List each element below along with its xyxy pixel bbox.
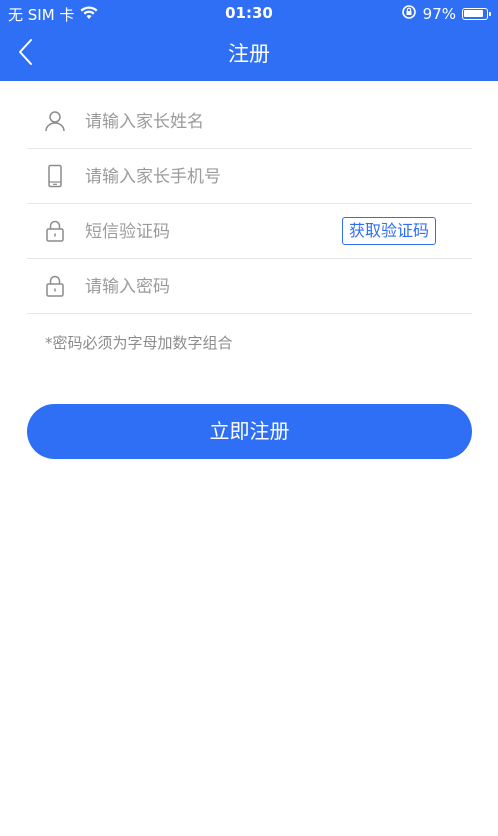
sms-code-row: 获取验证码	[27, 204, 472, 260]
password-hint: *密码必须为字母加数字组合	[45, 334, 233, 352]
battery-cap	[489, 12, 491, 16]
page-title: 注册	[228, 42, 270, 66]
header: 无 SIM 卡 01:30 97% 注册	[0, 0, 498, 81]
get-code-button[interactable]: 获取验证码	[341, 217, 436, 245]
lock-icon	[43, 274, 67, 298]
battery-percent: 97%	[422, 5, 456, 23]
parent-phone-row	[27, 149, 472, 205]
parent-name-row	[27, 94, 472, 150]
user-icon	[43, 109, 67, 133]
parent-name-input[interactable]	[83, 94, 387, 150]
nav-bar: 注册	[0, 26, 498, 81]
password-input[interactable]	[83, 259, 387, 315]
lock-icon	[43, 219, 67, 243]
rotation-lock-icon	[401, 4, 417, 24]
status-right: 97%	[401, 4, 491, 24]
parent-phone-input[interactable]	[83, 149, 387, 205]
battery-icon	[462, 8, 491, 20]
password-row	[27, 259, 472, 315]
register-button[interactable]: 立即注册	[27, 404, 472, 459]
battery-fill	[464, 10, 483, 17]
status-bar: 无 SIM 卡 01:30 97%	[0, 0, 498, 26]
phone-icon	[43, 164, 67, 188]
register-form: 获取验证码	[27, 94, 472, 315]
